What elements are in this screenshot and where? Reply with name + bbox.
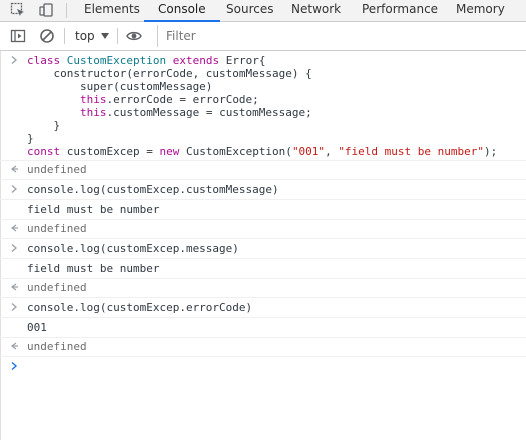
tab-network[interactable]: Network bbox=[291, 0, 341, 21]
console-input-entry: console.log(customExcep.errorCode) bbox=[0, 298, 526, 318]
code-line: } bbox=[27, 119, 61, 132]
tab-console-label: Console bbox=[158, 2, 206, 16]
filter-box bbox=[157, 25, 526, 47]
code-line: constructor(errorCode, customMessage) { bbox=[27, 67, 312, 80]
input-text: console.log(customExcep.customMessage) bbox=[27, 183, 279, 196]
input-chevron-icon bbox=[11, 303, 17, 311]
console-prompt[interactable] bbox=[0, 357, 526, 377]
result-text: undefined bbox=[27, 340, 87, 353]
code-line: } bbox=[27, 132, 34, 145]
dropdown-arrow-icon bbox=[101, 33, 109, 39]
live-expression-eye-icon[interactable] bbox=[126, 28, 142, 44]
log-text: field must be number bbox=[27, 203, 160, 216]
code-line: this.customMessage = customMessage; bbox=[79, 106, 312, 119]
tab-sources[interactable]: Sources bbox=[226, 0, 273, 21]
toolbar-divider bbox=[64, 28, 65, 44]
log-text: 001 bbox=[27, 321, 47, 334]
tabbar-divider bbox=[66, 3, 67, 18]
console-log-entry: field must be number bbox=[0, 259, 526, 279]
tab-console[interactable]: Console bbox=[144, 0, 220, 22]
result-text: undefined bbox=[27, 222, 87, 235]
console-result-entry: undefined bbox=[0, 279, 526, 298]
result-arrow-icon bbox=[11, 342, 18, 350]
tab-performance[interactable]: Performance bbox=[362, 0, 438, 21]
result-text: undefined bbox=[27, 163, 87, 176]
code-line: class CustomException extends Error{ bbox=[27, 54, 266, 67]
console-result-entry: undefined bbox=[0, 338, 526, 357]
console-result-entry: undefined bbox=[0, 161, 526, 180]
input-chevron-icon bbox=[11, 56, 17, 64]
input-chevron-icon bbox=[11, 244, 17, 252]
console-toolbar: top bbox=[0, 22, 526, 51]
context-selector-value: top bbox=[75, 29, 95, 43]
tab-elements[interactable]: Elements bbox=[84, 0, 140, 21]
clear-console-icon[interactable] bbox=[39, 28, 55, 44]
input-chevron-icon bbox=[11, 185, 17, 193]
console-input-entry: console.log(customExcep.customMessage) bbox=[0, 180, 526, 200]
code-line: super(customMessage) bbox=[27, 80, 213, 93]
console-result-entry: undefined bbox=[0, 220, 526, 239]
devtools-window: Elements Console Sources Network Perform… bbox=[0, 0, 526, 440]
console-messages: class CustomException extends Error{ con… bbox=[0, 51, 526, 377]
inspect-element-icon[interactable] bbox=[10, 2, 26, 18]
code-line: const customExcep = new CustomException(… bbox=[27, 145, 498, 158]
console-input-entry: console.log(customExcep.message) bbox=[0, 239, 526, 259]
log-text: field must be number bbox=[27, 262, 160, 275]
input-text: console.log(customExcep.errorCode) bbox=[27, 301, 253, 314]
context-selector[interactable]: top bbox=[75, 27, 95, 45]
prompt-chevron-icon bbox=[11, 361, 18, 371]
input-text: console.log(customExcep.message) bbox=[27, 242, 239, 255]
console-log-entry: 001 bbox=[0, 318, 526, 338]
console-input-entry: class CustomException extends Error{ con… bbox=[0, 51, 526, 161]
result-arrow-icon bbox=[11, 165, 18, 173]
result-arrow-icon bbox=[11, 224, 18, 232]
toolbar-divider bbox=[117, 28, 118, 44]
devtools-tabbar: Elements Console Sources Network Perform… bbox=[0, 0, 526, 22]
console-log-entry: field must be number bbox=[0, 200, 526, 220]
result-arrow-icon bbox=[11, 283, 18, 291]
device-toolbar-icon[interactable] bbox=[38, 2, 54, 18]
code-line: this.errorCode = errorCode; bbox=[79, 93, 259, 106]
show-sidebar-icon[interactable] bbox=[10, 28, 26, 44]
filter-input[interactable] bbox=[166, 27, 516, 45]
tab-memory[interactable]: Memory bbox=[456, 0, 505, 21]
result-text: undefined bbox=[27, 281, 87, 294]
